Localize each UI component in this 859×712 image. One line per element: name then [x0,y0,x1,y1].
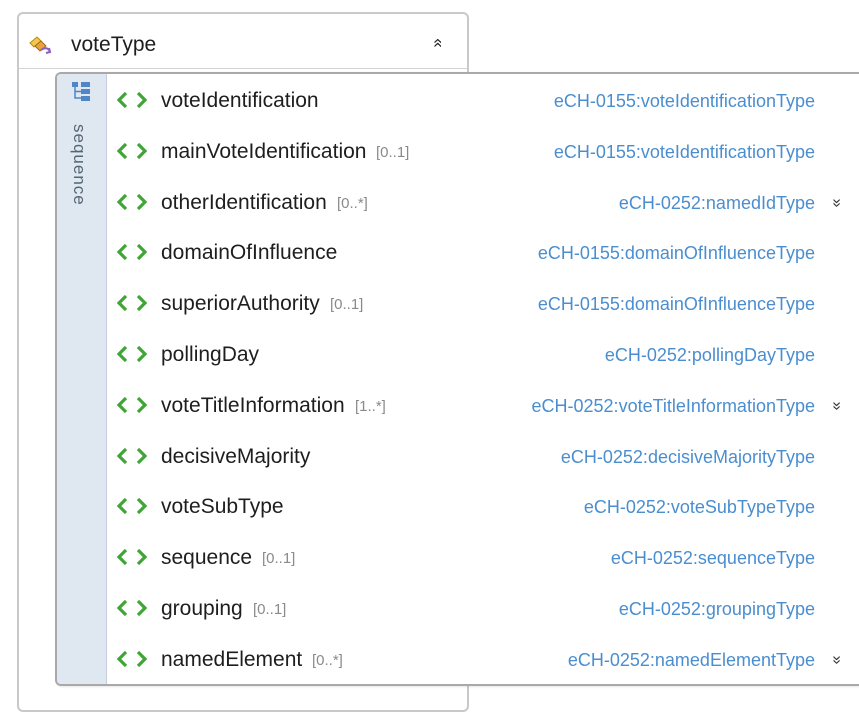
sequence-icon [72,82,90,101]
element-type[interactable]: eCH-0252:namedIdType [619,193,815,214]
element-cardinality: [0..1] [262,550,296,568]
element-name: superiorAuthority [161,292,320,316]
element-type[interactable]: eCH-0155:voteIdentificationType [554,142,815,163]
expand-chevron-icon[interactable]: » [828,401,846,410]
element-name: voteTitleInformation [161,393,345,417]
element-row-superiorAuthority[interactable]: superiorAuthority [0..1] eCH-0155:domainOf… [117,281,859,331]
complex-type-icon [29,36,52,54]
element-cardinality: [1..*] [355,397,386,415]
element-type[interactable]: eCH-0155:domainOfInfluenceType [538,294,815,315]
element-name: namedElement [161,647,303,671]
element-icon [117,92,147,108]
element-icon [117,193,147,210]
complex-type-header[interactable]: voteType « [19,14,467,69]
element-icon [117,447,147,464]
sequence-strip[interactable]: sequence [57,74,107,684]
element-name: sequence [161,546,253,570]
element-row-voteIdentification[interactable]: voteIdentification eCH-0155:voteIdentific… [117,78,859,128]
element-type[interactable]: eCH-0252:decisiveMajorityType [561,447,815,468]
element-row-mainVoteIdentification[interactable]: mainVoteIdentification [0..1] eCH-0155:vot… [117,129,859,179]
element-type[interactable]: eCH-0252:namedElementType [568,650,815,671]
element-icon [117,346,147,362]
element-cardinality: [0..1] [253,601,287,618]
element-name: mainVoteIdentification [161,139,367,163]
element-name: voteSubType [161,495,284,519]
element-name: decisiveMajority [161,444,311,468]
element-icon [117,650,147,667]
element-type[interactable]: eCH-0252:groupingType [619,599,815,620]
element-row-namedElement[interactable]: namedElement [0..*] eCH-0252:namedElementT… [117,637,859,687]
element-name: pollingDay [161,343,260,366]
collapse-chevron-icon[interactable]: « [428,38,448,47]
element-cardinality: [0..1] [376,143,410,161]
element-name: grouping [161,597,243,620]
element-icon [117,142,147,159]
element-icon [117,600,147,616]
element-type[interactable]: eCH-0155:voteIdentificationType [554,91,815,112]
element-icon [117,396,147,413]
element-icon [117,295,147,312]
element-type[interactable]: eCH-0155:domainOfInfluenceType [538,243,815,264]
element-type[interactable]: eCH-0252:voteTitleInformationType [532,396,815,417]
complex-type-name: voteType [71,33,157,56]
element-name: voteIdentification [161,89,319,112]
element-row-pollingDay[interactable]: pollingDay eCH-0252:pollingDayType [117,332,859,382]
expand-chevron-icon[interactable]: » [828,198,846,207]
element-type[interactable]: eCH-0252:pollingDayType [605,345,815,366]
sequence-label: sequence [70,124,89,206]
element-row-decisiveMajority[interactable]: decisiveMajority eCH-0252:decisiveMajorit… [117,434,859,484]
element-icon [117,244,147,261]
element-row-voteTitleInformation[interactable]: voteTitleInformation [1..*] eCH-0252:voteT… [117,383,859,433]
element-icon [117,549,147,566]
element-row-grouping[interactable]: grouping [0..1] eCH-0252:groupingType [117,586,859,636]
element-row-voteSubType[interactable]: voteSubType eCH-0252:voteSubTypeType [117,484,859,534]
element-name: otherIdentification [161,190,327,214]
element-icon [117,498,147,515]
element-cardinality: [0..*] [337,194,368,212]
element-type[interactable]: eCH-0252:voteSubTypeType [584,497,815,518]
element-row-domainOfInfluence[interactable]: domainOfInfluence eCH-0155:domainOfInflue… [117,230,859,280]
element-cardinality: [0..1] [330,296,364,314]
element-type[interactable]: eCH-0252:sequenceType [611,548,815,569]
element-cardinality: [0..*] [312,651,343,669]
sequence-compositor: sequence voteIdentification eCH-0155:vote… [55,72,859,686]
element-row-otherIdentification[interactable]: otherIdentification [0..*] eCH-0252:namedI… [117,180,859,230]
element-row-sequence[interactable]: sequence [0..1] eCH-0252:sequenceType [117,535,859,585]
element-name: domainOfInfluence [161,241,338,265]
expand-chevron-icon[interactable]: » [828,655,846,664]
